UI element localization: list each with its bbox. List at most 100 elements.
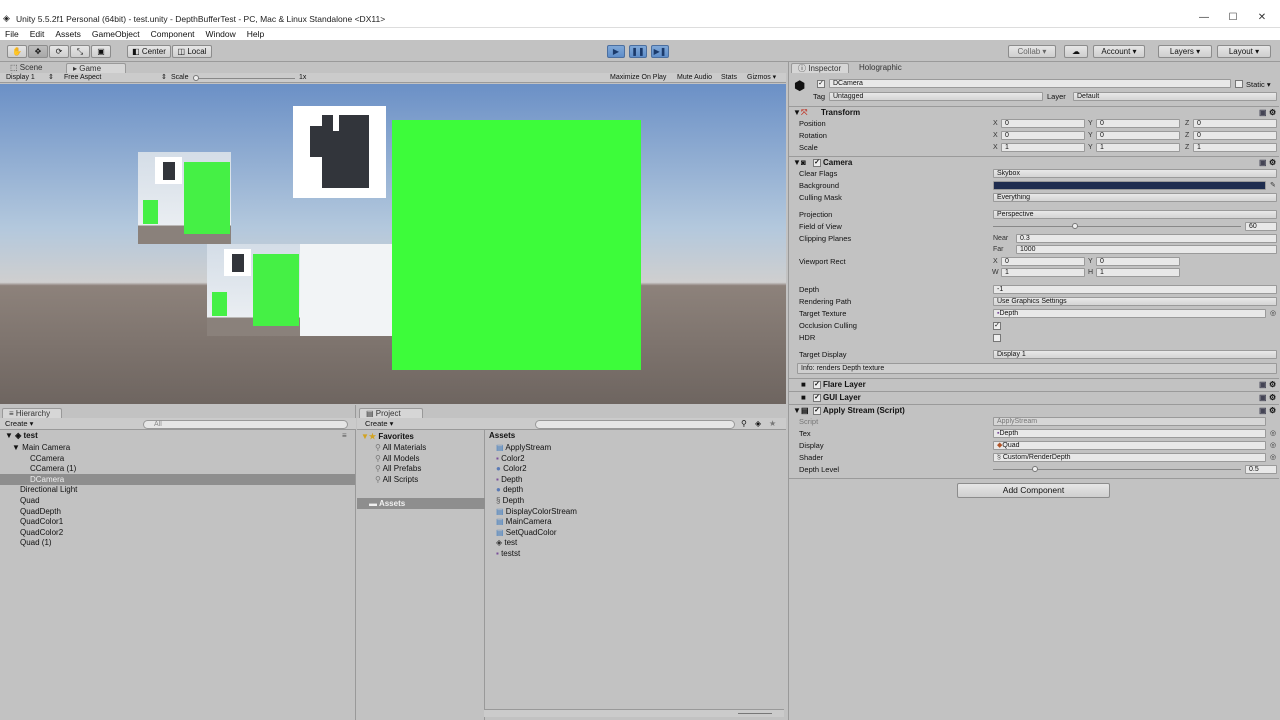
camera-enabled-checkbox[interactable]: ✓ [813, 159, 821, 167]
pivot-center-button[interactable]: ◧ Center [127, 45, 171, 58]
rotate-tool-icon[interactable]: ⟳ [49, 45, 69, 58]
hierarchy-create-button[interactable]: Create ▾ [5, 419, 33, 428]
scene-root[interactable]: ▼ ◈ test [5, 431, 38, 440]
depth-level-field[interactable]: 0.5 [1245, 465, 1277, 474]
near-field[interactable]: 0.3 [1016, 234, 1277, 243]
shader-field[interactable]: § Custom/RenderDepth [993, 453, 1266, 462]
apply-stream-header[interactable]: ▼ ▤ ✓ Apply Stream (Script) ▣ ⚙ [789, 404, 1279, 416]
apply-stream-checkbox[interactable]: ✓ [813, 407, 821, 415]
static-dropdown[interactable]: Static ▾ [1246, 80, 1271, 89]
tex-field[interactable]: ▪Depth [993, 429, 1266, 438]
hierarchy-item[interactable]: Directional Light [0, 484, 355, 495]
viewport-y-field[interactable]: 0 [1096, 257, 1180, 266]
display-dropdown[interactable]: Display 1 [6, 73, 35, 83]
scene-menu-icon[interactable]: ≡ [342, 431, 347, 440]
favorite-item[interactable]: ⚲ All Prefabs [375, 463, 421, 474]
hierarchy-item[interactable]: CCamera (1) [0, 463, 355, 474]
filter-label-icon[interactable]: ◈ [755, 419, 761, 428]
camera-header[interactable]: ▼ ◙ ✓ Camera ▣ ⚙ [789, 156, 1279, 168]
rotation-y-field[interactable]: 0 [1096, 131, 1180, 140]
hierarchy-item[interactable]: QuadColor2 [0, 527, 355, 538]
asset-item[interactable]: ▤ ApplyStream [496, 442, 551, 453]
viewport-h-field[interactable]: 1 [1096, 268, 1180, 277]
layers-dropdown[interactable]: Layers ▾ [1158, 45, 1212, 58]
asset-item[interactable]: ▤ DisplayColorStream [496, 506, 577, 517]
layer-dropdown[interactable]: Default [1073, 92, 1277, 101]
hierarchy-item[interactable]: Quad (1) [0, 537, 355, 548]
collapse-arrow-icon[interactable]: ▼ [12, 443, 22, 452]
target-texture-field[interactable]: ▪Depth [993, 309, 1266, 318]
favorite-star-icon[interactable]: ★ [769, 419, 776, 428]
object-picker-icon[interactable]: ◎ [1270, 440, 1276, 451]
menu-window[interactable]: Window [206, 29, 236, 39]
scale-z-field[interactable]: 1 [1193, 143, 1277, 152]
space-local-button[interactable]: ◫ Local [172, 45, 212, 58]
tab-hierarchy[interactable]: ≡ Hierarchy [2, 408, 62, 418]
hierarchy-item[interactable]: QuadDepth [0, 506, 355, 517]
position-z-field[interactable]: 0 [1193, 119, 1277, 128]
target-display-dropdown[interactable]: Display 1 [993, 350, 1277, 359]
transform-header[interactable]: ▼ ⤧ Transform ▣ ⚙ [789, 106, 1279, 118]
depth-field[interactable]: -1 [993, 285, 1277, 294]
filter-type-icon[interactable]: ⚲ [741, 419, 747, 428]
add-component-button[interactable]: Add Component [957, 483, 1110, 498]
component-gear-icon[interactable]: ⚙ [1269, 392, 1276, 404]
asset-item[interactable]: ● Color2 [496, 463, 527, 474]
asset-item[interactable]: § Depth [496, 495, 524, 506]
menu-assets[interactable]: Assets [55, 29, 81, 39]
viewport-x-field[interactable]: 0 [1001, 257, 1085, 266]
project-create-button[interactable]: Create ▾ [365, 419, 393, 428]
menu-edit[interactable]: Edit [30, 29, 45, 39]
hierarchy-item[interactable]: Quad [0, 495, 355, 506]
scale-tool-icon[interactable]: ⤡ [70, 45, 90, 58]
minimize-icon[interactable]: — [1196, 12, 1212, 24]
project-search-input[interactable] [535, 420, 735, 429]
viewport-w-field[interactable]: 1 [1001, 268, 1085, 277]
favorite-item[interactable]: ⚲ All Scripts [375, 474, 418, 485]
aspect-dropdown[interactable]: Free Aspect [64, 73, 101, 83]
menu-help[interactable]: Help [247, 29, 264, 39]
display-field[interactable]: ◆Quad [993, 441, 1266, 450]
assets-folder[interactable]: ▬ Assets [357, 498, 485, 509]
background-color-swatch[interactable] [993, 181, 1266, 190]
hierarchy-item[interactable]: ▼ Main Camera [0, 442, 355, 453]
asset-item[interactable]: ▤ MainCamera [496, 516, 552, 527]
rect-tool-icon[interactable]: ▣ [91, 45, 111, 58]
stats-toggle[interactable]: Stats [721, 73, 737, 83]
object-picker-icon[interactable]: ◎ [1270, 452, 1276, 463]
fov-slider[interactable] [993, 226, 1241, 227]
scale-x-field[interactable]: 1 [1001, 143, 1085, 152]
hierarchy-search-input[interactable]: All [143, 420, 348, 429]
fov-slider-knob[interactable] [1071, 223, 1078, 229]
object-name-field[interactable]: DCamera [829, 79, 1231, 88]
play-button[interactable]: ▶ [607, 45, 625, 58]
game-viewport[interactable] [0, 84, 786, 404]
maximize-on-play-toggle[interactable]: Maximize On Play [610, 73, 666, 83]
asset-item[interactable]: ◈ test [496, 537, 517, 548]
depth-level-slider-knob[interactable] [1032, 466, 1039, 472]
position-x-field[interactable]: 0 [1001, 119, 1085, 128]
scale-y-field[interactable]: 1 [1096, 143, 1180, 152]
pause-button[interactable]: ❚❚ [629, 45, 647, 58]
object-picker-icon[interactable]: ◎ [1270, 428, 1276, 439]
asset-item[interactable]: ▪ testst [496, 548, 520, 559]
gui-layer-checkbox[interactable]: ✓ [813, 394, 821, 402]
step-button[interactable]: ▶❚ [651, 45, 669, 58]
collab-button[interactable]: Collab ▾ [1008, 45, 1056, 58]
gui-layer-header[interactable]: ■ ✓ GUI Layer ▣ ⚙ [789, 391, 1279, 403]
help-icon[interactable]: ▣ [1259, 392, 1267, 404]
asset-item[interactable]: ▪ Depth [496, 474, 522, 485]
projection-dropdown[interactable]: Perspective [993, 210, 1277, 219]
menu-gameobject[interactable]: GameObject [92, 29, 140, 39]
scale-slider-knob[interactable] [193, 75, 199, 81]
tab-game[interactable]: ▸ Game [66, 63, 126, 73]
help-icon[interactable]: ▣ [1259, 379, 1267, 391]
hierarchy-item[interactable]: CCamera [0, 453, 355, 464]
static-checkbox[interactable] [1235, 80, 1243, 88]
position-y-field[interactable]: 0 [1096, 119, 1180, 128]
culling-mask-dropdown[interactable]: Everything [993, 193, 1277, 202]
occlusion-culling-checkbox[interactable]: ✓ [993, 322, 1001, 330]
far-field[interactable]: 1000 [1016, 245, 1277, 254]
icon-size-slider[interactable] [738, 713, 772, 714]
favorite-item[interactable]: ⚲ All Materials [375, 442, 426, 453]
